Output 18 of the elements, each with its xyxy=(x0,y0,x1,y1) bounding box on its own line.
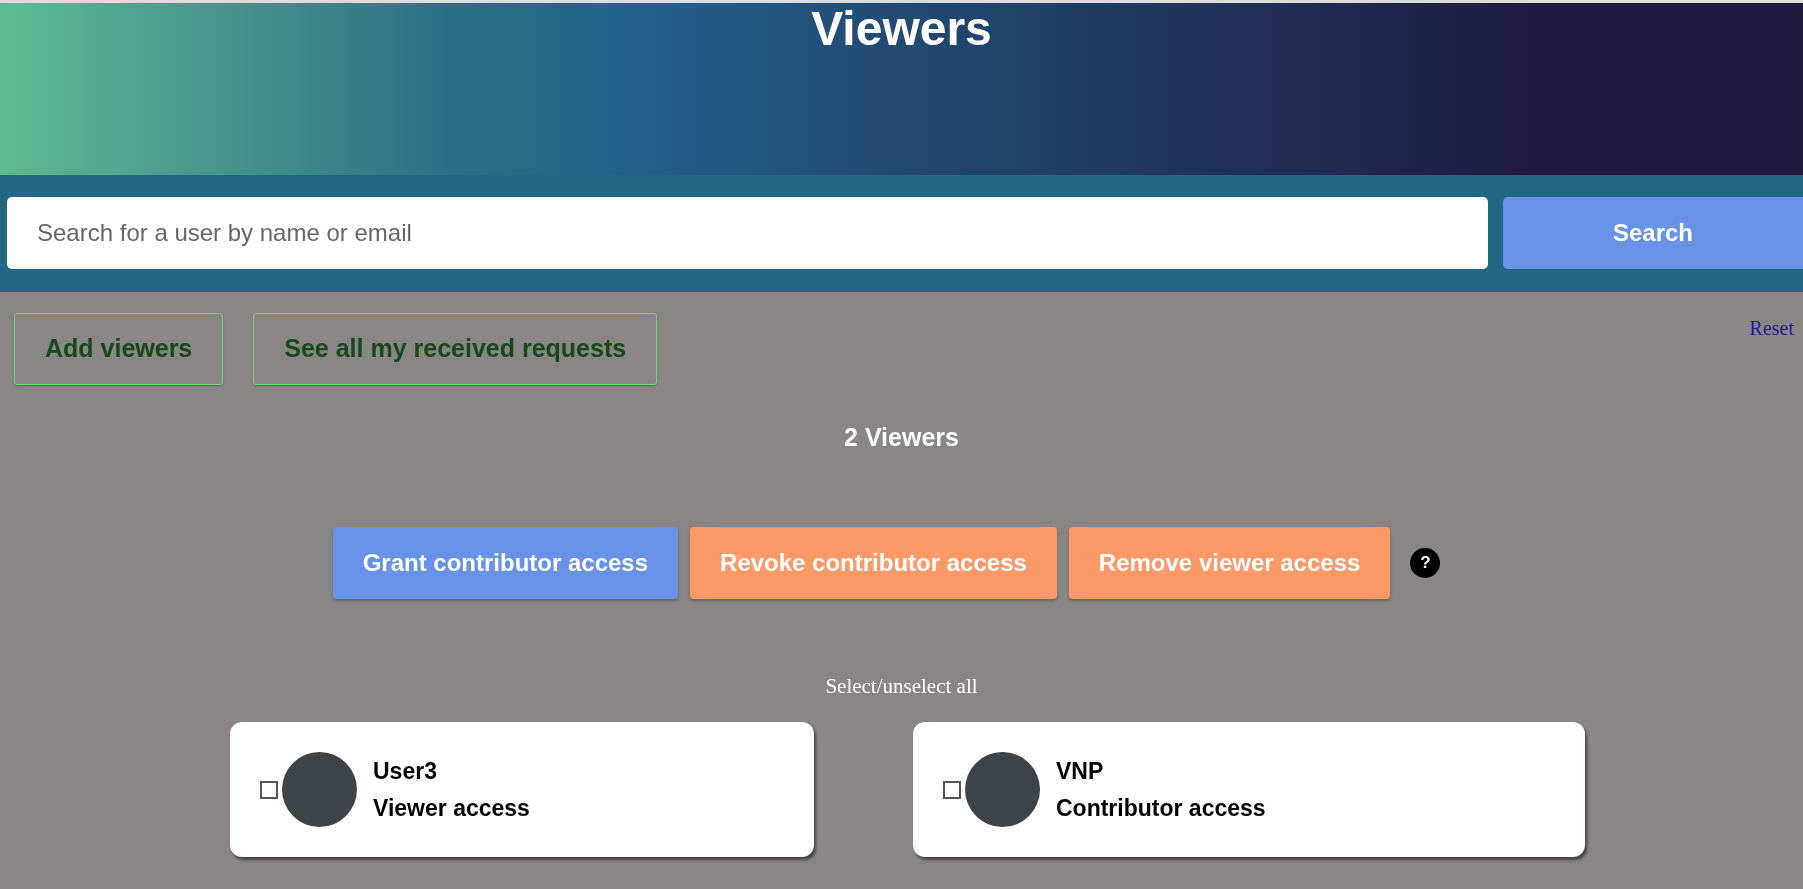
access-button[interactable]: Grant contributor access xyxy=(332,526,679,599)
search-button[interactable]: Search xyxy=(1503,197,1803,269)
access-level: Contributor access xyxy=(1056,793,1266,823)
access-level: Viewer access xyxy=(373,793,530,823)
user-name: User3 xyxy=(373,756,438,786)
page-title: Viewers xyxy=(810,5,993,53)
user-name: VNP xyxy=(1056,756,1105,786)
select-all-link[interactable]: Select/unselect all xyxy=(825,673,978,698)
checkbox[interactable] xyxy=(943,780,961,799)
access-button[interactable]: Remove viewer access xyxy=(1068,526,1391,599)
checkbox[interactable] xyxy=(260,780,278,799)
access-button[interactable]: Revoke contributor access xyxy=(690,526,1057,599)
viewer-count: 2 Viewers xyxy=(844,423,959,451)
help-icon[interactable]: ? xyxy=(1410,547,1441,578)
received-requests-button[interactable]: See all my received requests xyxy=(253,313,658,385)
add-viewers-button[interactable]: Add viewers xyxy=(14,313,224,385)
search-field[interactable]: Search for a user by name or email xyxy=(7,197,1488,269)
reset-link[interactable]: Reset xyxy=(1749,313,1794,343)
